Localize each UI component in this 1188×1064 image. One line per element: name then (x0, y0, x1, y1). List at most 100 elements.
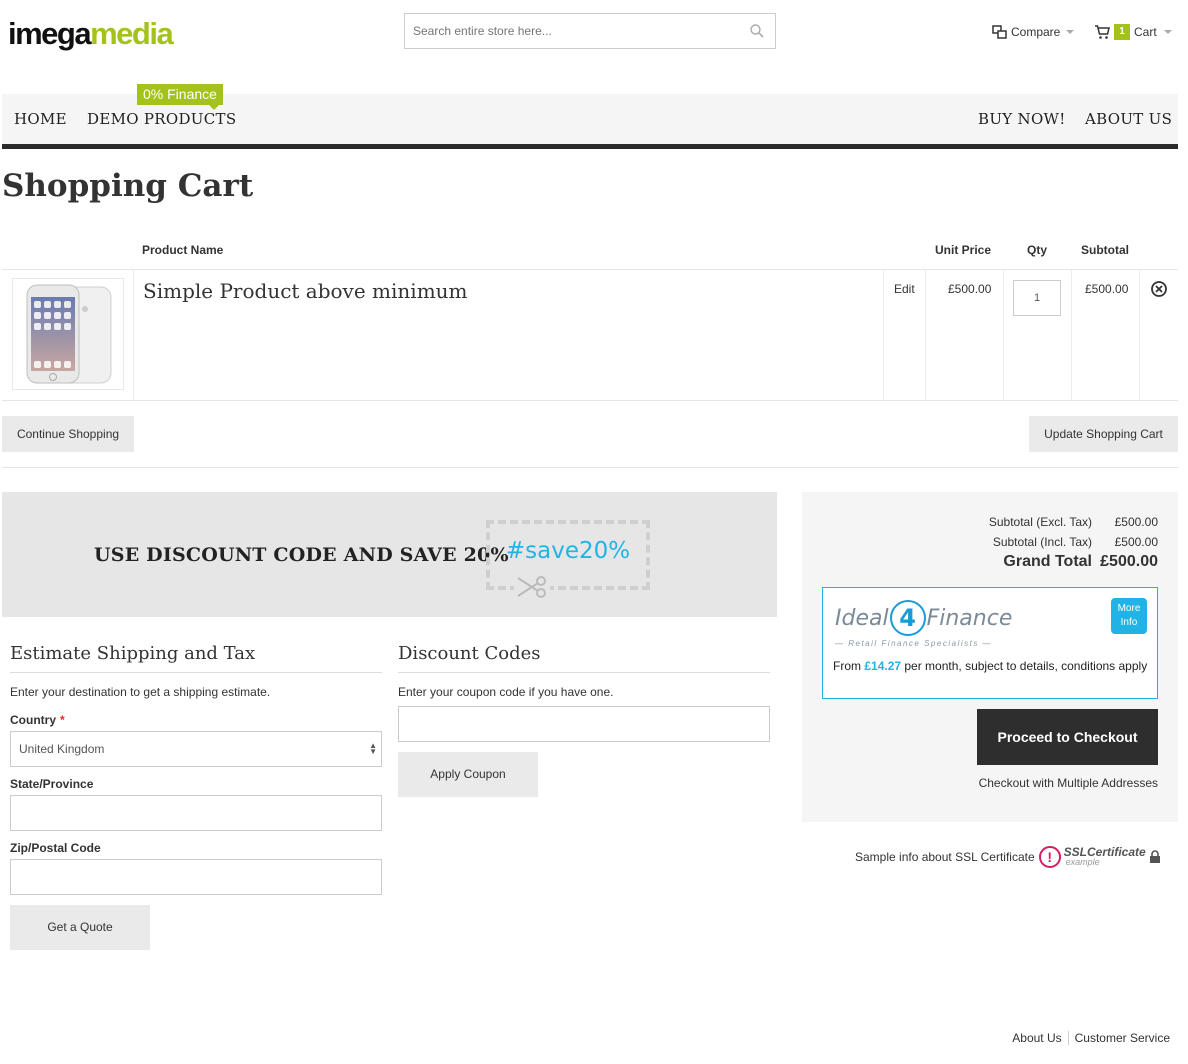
discount-intro: Enter your coupon code if you have one. (398, 685, 614, 699)
ssl-alert-icon: ! (1038, 846, 1061, 868)
nav-home[interactable]: HOME (14, 110, 67, 128)
get-quote-button[interactable]: Get a Quote (10, 905, 150, 950)
finance-text-suffix: per month, subject to details, condition… (901, 659, 1148, 673)
grand-total-value: £500.00 (1100, 553, 1158, 570)
coupon-input[interactable] (398, 706, 770, 742)
discount-title: Discount Codes (398, 643, 541, 664)
country-select[interactable]: United Kingdom ▲ ▼ (10, 731, 382, 767)
nav-buy-now[interactable]: BUY NOW! (978, 110, 1066, 128)
finance-text: From £14.27 per month, subject to detail… (833, 659, 1149, 674)
multi-address-link[interactable]: Checkout with Multiple Addresses (979, 776, 1158, 790)
finance-amount: £14.27 (864, 659, 902, 673)
continue-shopping-button[interactable]: Continue Shopping (2, 416, 134, 452)
col-unit-price: Unit Price (935, 243, 992, 257)
footer-customer-service[interactable]: Customer Service (1075, 1031, 1170, 1045)
edit-link[interactable]: Edit (894, 282, 915, 296)
finance-logo-num: 4 (889, 600, 926, 636)
finance-logo-left: Ideal (835, 605, 889, 631)
phone-image (26, 284, 112, 384)
cart-link[interactable]: 1 Cart (1094, 23, 1172, 41)
chevron-down-icon (1163, 30, 1172, 34)
state-label: State/Province (10, 777, 94, 791)
nav-demo-products[interactable]: DEMO PRODUCTS (87, 110, 236, 128)
divider (1067, 1031, 1069, 1045)
finance-logo-right: Finance (926, 605, 1013, 631)
coupon-box: #save20% (486, 520, 650, 590)
logo-part1: imega (8, 16, 92, 51)
divider (2, 467, 1178, 468)
grand-total-label: Grand Total (1003, 553, 1092, 570)
search-icon[interactable] (749, 23, 765, 39)
col-qty: Qty (1027, 243, 1048, 257)
col-subtotal: Subtotal (1081, 243, 1129, 257)
country-value: United Kingdom (19, 742, 105, 756)
required-mark: * (60, 713, 65, 727)
cart-icon (1095, 24, 1110, 39)
logo-part2: media (90, 16, 174, 51)
discount-banner: USE DISCOUNT CODE AND SAVE 20% #save20% (2, 492, 777, 617)
subtotal-incl-row: Subtotal (Incl. Tax) £500.00 (993, 535, 1158, 549)
table-divider (925, 270, 926, 400)
country-label: Country * (10, 713, 65, 727)
footer-about-us[interactable]: About Us (1012, 1031, 1061, 1045)
cart-count-badge: 1 (1114, 24, 1130, 40)
finance-tagline: — Retail Finance Specialists — (835, 639, 993, 648)
finance-badge: 0% Finance (137, 84, 223, 110)
page-title: Shopping Cart (2, 168, 254, 204)
row-subtotal: £500.00 (1085, 282, 1129, 296)
table-divider (133, 270, 134, 400)
search-input[interactable] (405, 14, 735, 48)
nav-about-us[interactable]: ABOUT US (1085, 110, 1172, 128)
product-image[interactable] (12, 278, 124, 390)
ssl-text: Sample info about SSL Certificate (855, 850, 1035, 864)
zip-input[interactable] (10, 859, 382, 895)
table-divider (1003, 270, 1004, 400)
qty-input[interactable] (1013, 280, 1061, 316)
logo[interactable]: imegamedia (8, 16, 174, 52)
lock-icon (1149, 850, 1160, 863)
finance-text-prefix: From (833, 659, 865, 673)
subtotal-incl-label: Subtotal (Incl. Tax) (992, 535, 1092, 549)
scissors-icon (514, 572, 550, 602)
subtotal-incl-value: £500.00 (1114, 535, 1158, 549)
apply-coupon-button[interactable]: Apply Coupon (398, 752, 538, 797)
country-label-text: Country (10, 713, 56, 727)
col-product-name: Product Name (142, 243, 224, 257)
divider (10, 672, 382, 673)
subtotal-excl-label: Subtotal (Excl. Tax) (988, 515, 1092, 529)
compare-label: Compare (1011, 25, 1061, 39)
unit-price: £500.00 (948, 282, 992, 296)
compare-link[interactable]: Compare (992, 23, 1075, 41)
zip-label: Zip/Postal Code (10, 841, 101, 855)
subtotal-excl-row: Subtotal (Excl. Tax) £500.00 (989, 515, 1158, 529)
select-arrows-icon: ▲ ▼ (369, 741, 377, 756)
update-cart-button[interactable]: Update Shopping Cart (1029, 416, 1178, 452)
finance-box: Ideal 4 Finance — Retail Finance Specialis… (822, 587, 1158, 699)
remove-icon[interactable] (1150, 280, 1168, 298)
table-divider (1139, 270, 1140, 400)
banner-text: USE DISCOUNT CODE AND SAVE 20% (94, 544, 509, 566)
search-box (404, 13, 776, 49)
more-info-button[interactable]: More Info (1111, 598, 1147, 634)
table-divider (883, 270, 884, 400)
state-input[interactable] (10, 795, 382, 831)
ssl-info: Sample info about SSL Certificate ! SSLC… (855, 846, 1161, 868)
table-divider (1071, 270, 1072, 400)
grand-total-row: Grand Total £500.00 (1003, 553, 1158, 571)
cart-label: Cart (1134, 25, 1157, 39)
subtotal-excl-value: £500.00 (1114, 515, 1158, 529)
proceed-to-checkout-button[interactable]: Proceed to Checkout (977, 709, 1158, 765)
shipping-intro: Enter your destination to get a shipping… (10, 685, 271, 699)
product-name[interactable]: Simple Product above minimum (143, 279, 468, 303)
table-divider (2, 400, 1178, 401)
divider (398, 672, 770, 673)
table-divider (2, 269, 1178, 270)
compare-icon (992, 25, 1007, 39)
ssl-badge[interactable]: ! SSLCertificate example (1038, 846, 1161, 868)
chevron-down-icon (1066, 30, 1075, 34)
finance-logo: Ideal 4 Finance (835, 600, 1012, 636)
coupon-code: #save20% (505, 538, 631, 564)
ssl-badge-title: SSLCertificate example (1064, 846, 1146, 867)
shipping-title: Estimate Shipping and Tax (10, 643, 256, 664)
footer-links: About Us Customer Service (1012, 1031, 1170, 1045)
